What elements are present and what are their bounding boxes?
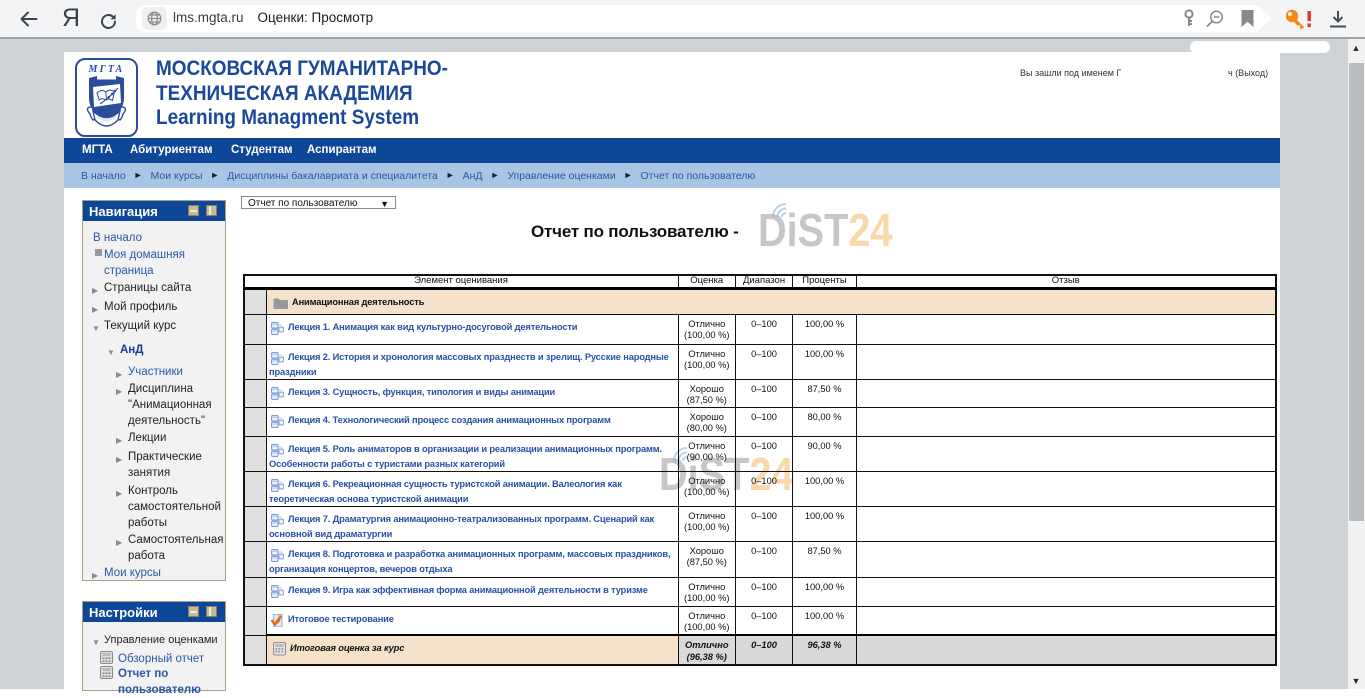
svg-text:МГТА: МГТА: [88, 64, 125, 75]
